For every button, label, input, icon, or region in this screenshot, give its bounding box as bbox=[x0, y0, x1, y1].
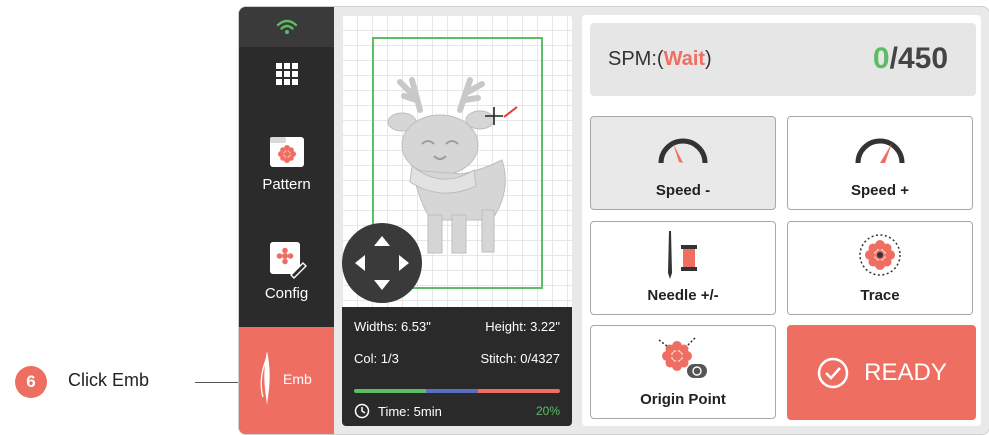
progress-segment bbox=[426, 389, 478, 393]
sidebar-item-config[interactable]: Config bbox=[239, 239, 334, 302]
needle-thread-icon bbox=[668, 230, 697, 279]
widths-value: Widths: 6.53" bbox=[354, 319, 431, 334]
ready-label: READY bbox=[864, 358, 947, 386]
spm-label: SPM:( bbox=[608, 48, 664, 70]
trace-flower-icon bbox=[859, 233, 901, 276]
progress-segment bbox=[354, 389, 427, 393]
direction-pad[interactable] bbox=[342, 223, 422, 303]
progress-bar bbox=[354, 389, 560, 393]
wifi-status bbox=[239, 7, 334, 47]
control-panel: SPM:(Wait) 0/450 Speed - Speed + Needle … bbox=[582, 15, 981, 426]
stitch-total: /450 bbox=[889, 42, 948, 75]
color-count: Col: 1/3 bbox=[354, 351, 399, 366]
button-label: Speed - bbox=[655, 182, 711, 199]
height-value: Height: 3.22" bbox=[485, 319, 560, 334]
spm-label-end: ) bbox=[705, 48, 712, 70]
sidebar-item-label: Pattern bbox=[262, 176, 311, 193]
step-badge: 6 bbox=[15, 366, 47, 398]
button-label: Needle +/- bbox=[647, 287, 719, 304]
spm-status: SPM:(Wait) bbox=[608, 48, 712, 71]
apps-grid-icon bbox=[275, 63, 298, 85]
progress-segment bbox=[477, 389, 560, 393]
stitch-done: 0 bbox=[872, 42, 890, 75]
speed-plus-button[interactable]: Speed + bbox=[787, 116, 973, 210]
cursor-crosshair-icon bbox=[485, 106, 518, 125]
status-box: SPM:(Wait) 0/450 bbox=[590, 23, 976, 96]
wifi-icon bbox=[276, 19, 297, 34]
leader-line bbox=[195, 382, 240, 383]
speed-gauge-high-icon bbox=[855, 138, 905, 163]
clock-icon bbox=[354, 403, 370, 419]
step-instruction: Click Emb bbox=[68, 370, 150, 390]
speed-gauge-low-icon bbox=[658, 138, 708, 163]
pattern-folder-icon bbox=[269, 137, 304, 167]
stitch-count: Stitch: 0/4327 bbox=[480, 351, 561, 366]
time-estimate: Time: 5min bbox=[378, 403, 442, 419]
button-label: Origin Point bbox=[640, 391, 726, 408]
speed-minus-button[interactable]: Speed - bbox=[590, 116, 776, 210]
device-screen: Pattern Config Emb Widths: 6.53" Height:… bbox=[238, 6, 989, 435]
button-label: Trace bbox=[860, 287, 900, 304]
progress-percent: 20% bbox=[535, 404, 560, 418]
sidebar-item-pattern[interactable]: Pattern bbox=[239, 134, 334, 193]
origin-point-icon bbox=[658, 336, 707, 378]
needle-button[interactable]: Needle +/- bbox=[590, 221, 776, 315]
ready-button[interactable]: READY bbox=[787, 325, 976, 420]
apps-button[interactable] bbox=[239, 63, 334, 85]
embroidery-canvas[interactable]: Widths: 6.53" Height: 3.22" Col: 1/3 Sti… bbox=[342, 15, 572, 426]
sidebar-item-label: Emb bbox=[283, 371, 312, 387]
sidebar-item-emb[interactable]: Emb bbox=[239, 327, 334, 434]
info-panel: Widths: 6.53" Height: 3.22" Col: 1/3 Sti… bbox=[342, 307, 572, 426]
config-edit-icon bbox=[269, 242, 307, 279]
origin-point-button[interactable]: Origin Point bbox=[590, 325, 776, 419]
sidebar: Pattern Config Emb bbox=[239, 7, 334, 434]
stitch-counter: 0/450 bbox=[873, 42, 948, 76]
move-arrows-icon bbox=[355, 236, 409, 290]
spm-state: Wait bbox=[663, 48, 706, 70]
button-label: Speed + bbox=[851, 182, 909, 199]
sidebar-item-label: Config bbox=[264, 285, 309, 302]
trace-button[interactable]: Trace bbox=[787, 221, 973, 315]
check-circle-icon bbox=[817, 357, 849, 388]
needle-icon bbox=[260, 351, 270, 405]
